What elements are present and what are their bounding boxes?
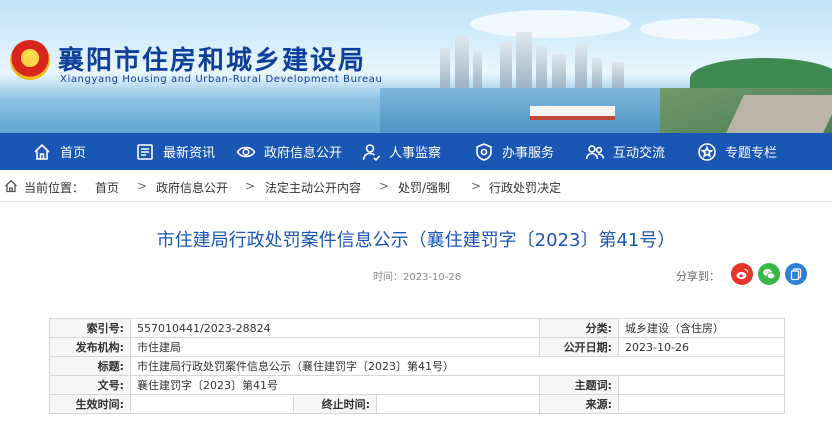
site-title[interactable]: 襄阳市住房和城乡建设局 <box>58 40 366 77</box>
banner-cloud <box>640 18 760 40</box>
source-label: 来源: <box>539 394 620 414</box>
table-row: 发布机构: 市住建局 公开日期: 2023-10-26 <box>49 337 786 357</box>
breadcrumb-item-decision[interactable]: 行政处罚决定 <box>489 179 561 196</box>
table-row: 标题: 市住建局行政处罚案件信息公示（襄住建罚字〔2023〕第41号） <box>49 356 786 376</box>
share-weibo-button[interactable] <box>731 263 753 285</box>
pubdate-label: 公开日期: <box>539 337 620 357</box>
location-home-icon <box>5 179 17 193</box>
national-emblem-icon: ★ <box>10 40 50 80</box>
subject-value <box>618 375 786 395</box>
publisher-label: 发布机构: <box>49 337 131 357</box>
category-value: 城乡建设（含住房） <box>618 318 786 338</box>
breadcrumb-item-statutory[interactable]: 法定主动公开内容 <box>265 179 361 196</box>
subject-label: 主题词: <box>539 375 620 395</box>
expire-label: 终止时间: <box>293 394 377 414</box>
table-row: 索引号: 557010441/2023-28824 分类: 城乡建设（含住房） <box>49 318 786 338</box>
copy-icon <box>790 268 802 281</box>
effective-value <box>130 394 294 414</box>
publisher-value: 市住建局 <box>129 337 541 357</box>
expire-value <box>375 394 541 414</box>
publish-time: 时间：2023-10-26 <box>373 272 462 283</box>
docno-value: 襄住建罚字〔2023〕第41号 <box>129 375 541 395</box>
banner-building <box>536 46 547 88</box>
nav-item-special[interactable]: 专题专栏 <box>697 133 777 170</box>
banner-boat <box>530 106 615 120</box>
nav-label: 专题专栏 <box>725 146 778 161</box>
wechat-icon <box>763 269 776 280</box>
nav-label: 政府信息公开 <box>264 146 343 161</box>
effective-label: 生效时间: <box>49 394 131 414</box>
breadcrumb-separator: > <box>471 179 482 193</box>
nav-item-personnel[interactable]: 人事监察 <box>361 133 441 170</box>
nav-item-services[interactable]: 办事服务 <box>474 133 554 170</box>
pubdate-value: 2023-10-26 <box>618 337 786 357</box>
site-subtitle: Xiangyang Housing and Urban-Rural Develo… <box>60 74 383 85</box>
banner-building <box>592 58 602 88</box>
banner-building <box>516 32 532 88</box>
share-copy-button[interactable] <box>785 263 807 285</box>
chat-icon <box>585 142 605 162</box>
main-nav: 首页 最新资讯 政府信息公开 人事监察 办事服务 互动交流 专题专栏 <box>0 133 832 170</box>
banner-building <box>455 36 469 88</box>
nav-item-news[interactable]: 最新资讯 <box>135 133 215 170</box>
breadcrumb-separator: > <box>379 179 390 193</box>
breadcrumb-separator: > <box>245 179 256 193</box>
home-icon <box>32 142 52 162</box>
index-value: 557010441/2023-28824 <box>129 318 541 338</box>
nav-item-gov-info[interactable]: 政府信息公开 <box>236 133 342 170</box>
person-icon <box>361 142 381 162</box>
docno-label: 文号: <box>49 375 131 395</box>
service-icon <box>474 142 494 162</box>
banner-road <box>726 95 832 133</box>
news-icon <box>135 142 155 162</box>
nav-label: 人事监察 <box>389 146 442 161</box>
nav-label: 最新资讯 <box>163 146 216 161</box>
nav-label: 互动交流 <box>613 146 666 161</box>
share-label: 分享到： <box>676 270 720 283</box>
weibo-icon <box>736 268 749 280</box>
article-title: 市住建局行政处罚案件信息公示（襄住建罚字〔2023〕第41号） <box>156 230 676 251</box>
table-row: 文号: 襄住建罚字〔2023〕第41号 主题词: <box>49 375 786 395</box>
source-value <box>618 394 786 414</box>
header-banner: ★ 襄阳市住房和城乡建设局 Xiangyang Housing and Urba… <box>0 0 832 133</box>
banner-building <box>440 48 450 88</box>
breadcrumb: 当前位置： 首页 > 政府信息公开 > 法定主动公开内容 > 处罚/强制 > 行… <box>0 170 832 202</box>
banner-building <box>612 62 624 88</box>
breadcrumb-item-home[interactable]: 首页 <box>95 179 119 196</box>
breadcrumb-separator: > <box>137 179 148 193</box>
breadcrumb-item-penalty[interactable]: 处罚/强制 <box>398 179 450 196</box>
nav-item-interaction[interactable]: 互动交流 <box>585 133 665 170</box>
breadcrumb-lead: 当前位置： <box>24 181 85 195</box>
banner-cloud <box>470 10 630 38</box>
nav-label: 首页 <box>60 146 87 161</box>
nav-item-home[interactable]: 首页 <box>32 133 86 170</box>
table-row: 生效时间: 终止时间: 来源: <box>49 394 786 414</box>
document-info-table: 索引号: 557010441/2023-28824 分类: 城乡建设（含住房） … <box>49 318 786 414</box>
banner-building <box>552 54 566 88</box>
title-label: 标题: <box>49 356 131 376</box>
eye-icon <box>236 142 256 162</box>
title-value: 市住建局行政处罚案件信息公示（襄住建罚字〔2023〕第41号） <box>129 356 786 376</box>
nav-label: 办事服务 <box>502 146 555 161</box>
share-wechat-button[interactable] <box>758 263 780 285</box>
banner-building <box>500 42 512 88</box>
star-icon <box>697 142 717 162</box>
breadcrumb-item-gov-info[interactable]: 政府信息公开 <box>156 179 228 196</box>
category-label: 分类: <box>539 318 620 338</box>
banner-building <box>575 44 587 88</box>
index-label: 索引号: <box>49 318 131 338</box>
banner-building <box>473 50 482 88</box>
